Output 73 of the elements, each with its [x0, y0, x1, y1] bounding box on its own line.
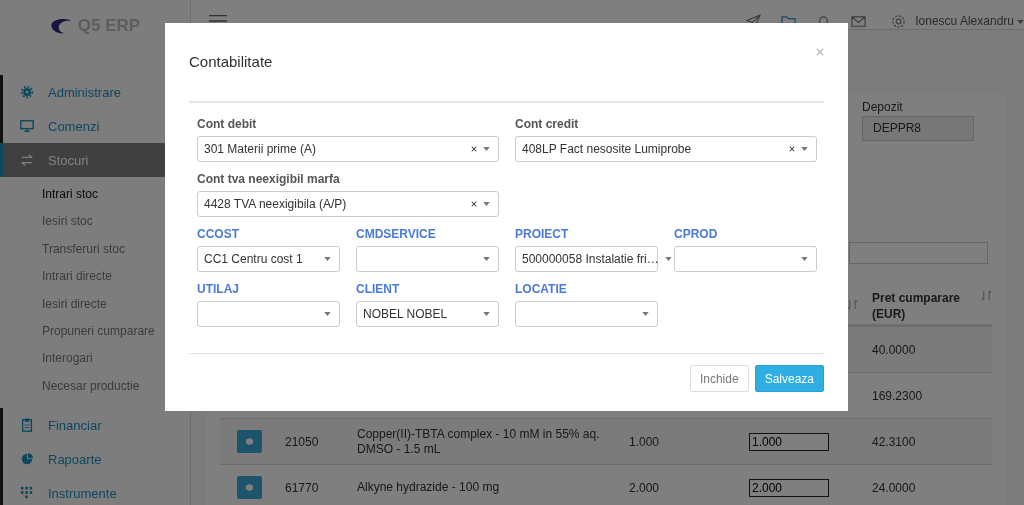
table-cell: 40.0000 [872, 341, 916, 358]
caret-icon [483, 257, 490, 261]
select-field[interactable]: 408LP Fact nesosite Lumiprobe [515, 136, 817, 162]
clear-icon[interactable] [471, 201, 477, 207]
table-cell: 24.0000 [872, 479, 916, 496]
row-button[interactable] [237, 476, 262, 499]
quantity-input[interactable]: 2.000 [749, 478, 829, 497]
field-label: LOCATIE [515, 282, 568, 297]
field-label: CLIENT [356, 282, 401, 297]
field-label: Depozit [862, 100, 904, 114]
settings-icon[interactable] [891, 14, 907, 29]
clear-icon[interactable] [471, 146, 477, 152]
cube-icon [245, 437, 254, 446]
gear-icon [20, 85, 34, 99]
column-header[interactable]: Pret cumparare (EUR) [872, 290, 972, 322]
sidebar-item[interactable]: Comenzi [3, 109, 190, 143]
caret-icon [801, 147, 808, 151]
field-label: UTILAJ [197, 282, 240, 297]
modal-title: Contabilitate [189, 53, 273, 70]
caret-icon [324, 257, 331, 261]
grid-icon [20, 486, 34, 501]
table-cell: 2.000 [629, 480, 660, 495]
close-button[interactable]: Inchide [689, 365, 749, 392]
field-label: CPROD [674, 227, 719, 242]
select-field[interactable] [356, 246, 499, 272]
row-button[interactable] [237, 430, 262, 453]
table-cell: 169.2300 [872, 387, 923, 404]
table-cell: 21050 [285, 434, 319, 449]
table-cell: Alkyne hydrazide - 100 mg [357, 480, 500, 494]
caret-icon [1017, 20, 1024, 24]
field-label: Cont tva neexigibil marfa [197, 172, 341, 187]
select-field[interactable]: CC1 Centru cost 1 [197, 246, 340, 272]
filter-field[interactable] [849, 242, 988, 264]
caret-icon [483, 202, 490, 206]
select-field[interactable] [197, 301, 340, 327]
clear-icon[interactable] [789, 146, 795, 152]
table-cell: Copper(II)-TBTA complex - 10 mM in 55% aq. DMSO - 1.5 mL [357, 426, 600, 456]
sort-icon[interactable] [847, 298, 858, 310]
select-field[interactable] [515, 301, 658, 327]
clipboard-icon [20, 418, 34, 433]
table-cell: 42.3100 [872, 433, 916, 450]
field-label: Cont debit [197, 117, 258, 132]
caret-icon [324, 312, 331, 316]
pie-chart-icon [20, 452, 34, 467]
monitor-icon [20, 119, 34, 133]
quantity-input[interactable]: 1.000 [749, 432, 829, 451]
select-field[interactable]: 4428 TVA neexigibila (A/P) [197, 191, 499, 217]
arrows-icon [20, 153, 34, 167]
table-cell: 1.000 [629, 434, 660, 449]
caret-icon [642, 312, 649, 316]
input-field[interactable]: DEPPR8 [862, 116, 974, 141]
cube-icon [245, 483, 254, 492]
caret-icon [801, 257, 808, 261]
select-field[interactable]: 301 Materii prime (A) [197, 136, 499, 162]
field-label: CCOST [197, 227, 240, 242]
caret-icon [664, 257, 672, 261]
close-icon[interactable] [816, 48, 824, 56]
table-cell: 61770 [285, 480, 319, 495]
select-field[interactable]: NOBEL NOBEL [356, 301, 499, 327]
sidebar-item[interactable]: Rapoarte [3, 442, 190, 477]
field-label: CMDSERVICE [356, 227, 437, 242]
caret-icon [483, 147, 490, 151]
caret-icon [483, 312, 490, 316]
save-button[interactable]: Salveaza [754, 365, 824, 392]
field-label: Cont credit [515, 117, 580, 132]
sidebar-item[interactable]: Financiar [3, 408, 190, 443]
logo-icon [49, 18, 72, 34]
envelope-icon[interactable] [851, 14, 867, 29]
sidebar-item[interactable]: Administrare [3, 75, 190, 109]
select-field[interactable] [674, 246, 817, 272]
sidebar-item[interactable]: Instrumente [3, 476, 190, 505]
user-menu[interactable]: Ionescu Alexandru [912, 14, 1017, 28]
field-label: PROIECT [515, 227, 570, 242]
